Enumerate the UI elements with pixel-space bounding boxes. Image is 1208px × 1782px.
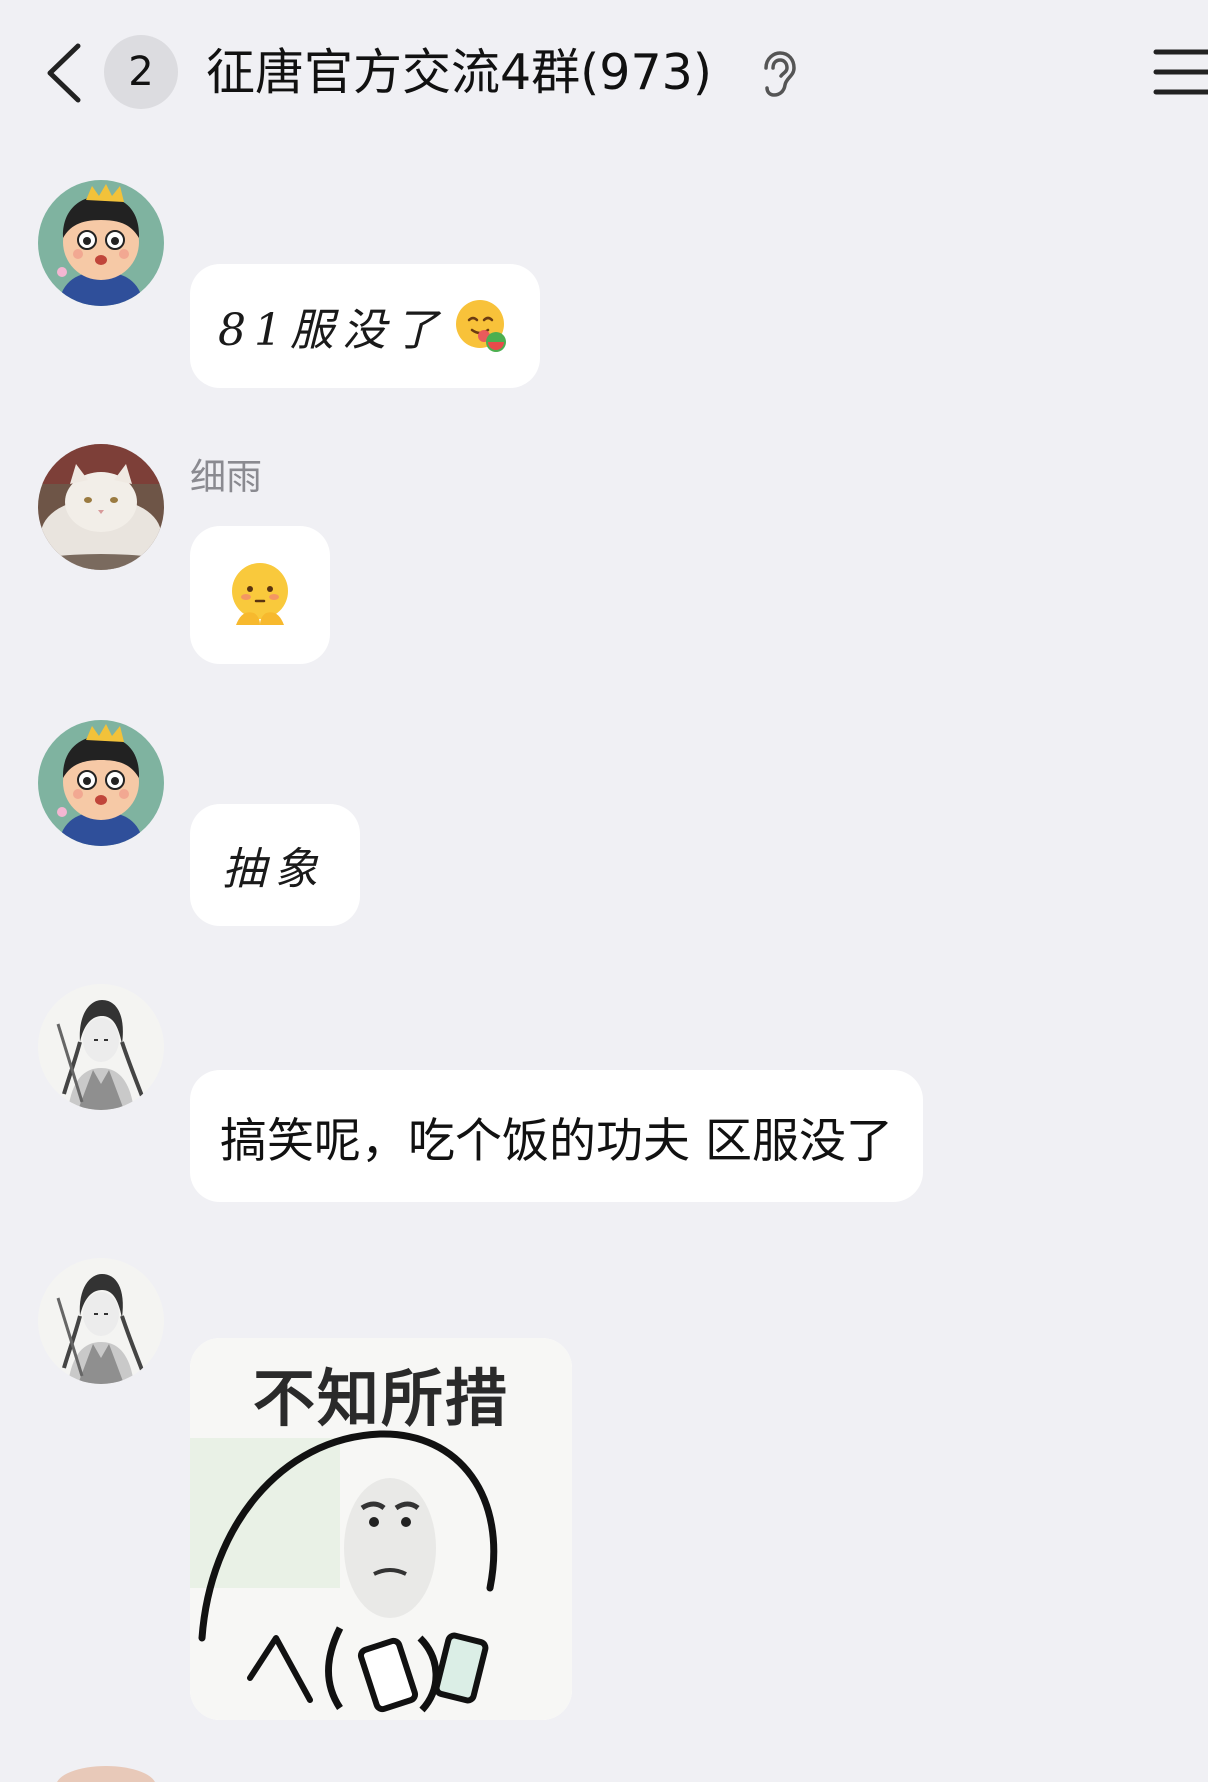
hamburger-menu-icon (1153, 49, 1208, 95)
chat-header: 2 征唐官方交流4群(973) (0, 0, 1208, 150)
sender-name: 细雨 (190, 457, 263, 498)
sticker-image[interactable]: 不知所措 (190, 1338, 572, 1720)
avatar-partial[interactable] (56, 1766, 156, 1782)
message-text: 81服没了 (218, 305, 446, 356)
shy-face-emoji-icon (226, 561, 294, 629)
message-bubble[interactable] (190, 526, 330, 664)
avatar-ink-swordsman[interactable] (38, 1258, 164, 1384)
back-button[interactable] (40, 40, 90, 106)
message-bubble[interactable]: 81服没了 (190, 264, 540, 388)
message-bubble[interactable]: 抽象 (190, 804, 360, 926)
message-text: 抽象 (222, 844, 326, 895)
sticker-caption: 不知所措 (252, 1362, 509, 1435)
message-bubble[interactable]: 搞笑呢，吃个饭的功夫 区服没了 (190, 1070, 923, 1202)
avatar-cartoon-boy[interactable] (38, 720, 164, 846)
chat-screen: 2 征唐官方交流4群(973) 81服没了 细雨 抽象 搞笑呢，吃个饭的功夫 区… (0, 0, 1208, 1782)
chevron-left-icon (47, 43, 81, 103)
avatar-cartoon-boy[interactable] (38, 180, 164, 306)
ear-icon[interactable] (758, 50, 798, 98)
menu-button[interactable] (1150, 46, 1208, 98)
message-text: 搞笑呢，吃个饭的功夫 区服没了 (220, 1113, 893, 1169)
avatar-ink-swordsman[interactable] (38, 984, 164, 1110)
avatar-white-cat[interactable] (38, 444, 164, 570)
unread-count-badge[interactable]: 2 (104, 35, 178, 109)
group-title[interactable]: 征唐官方交流4群(973) (206, 40, 712, 106)
tongue-out-emoji-icon (454, 298, 510, 354)
